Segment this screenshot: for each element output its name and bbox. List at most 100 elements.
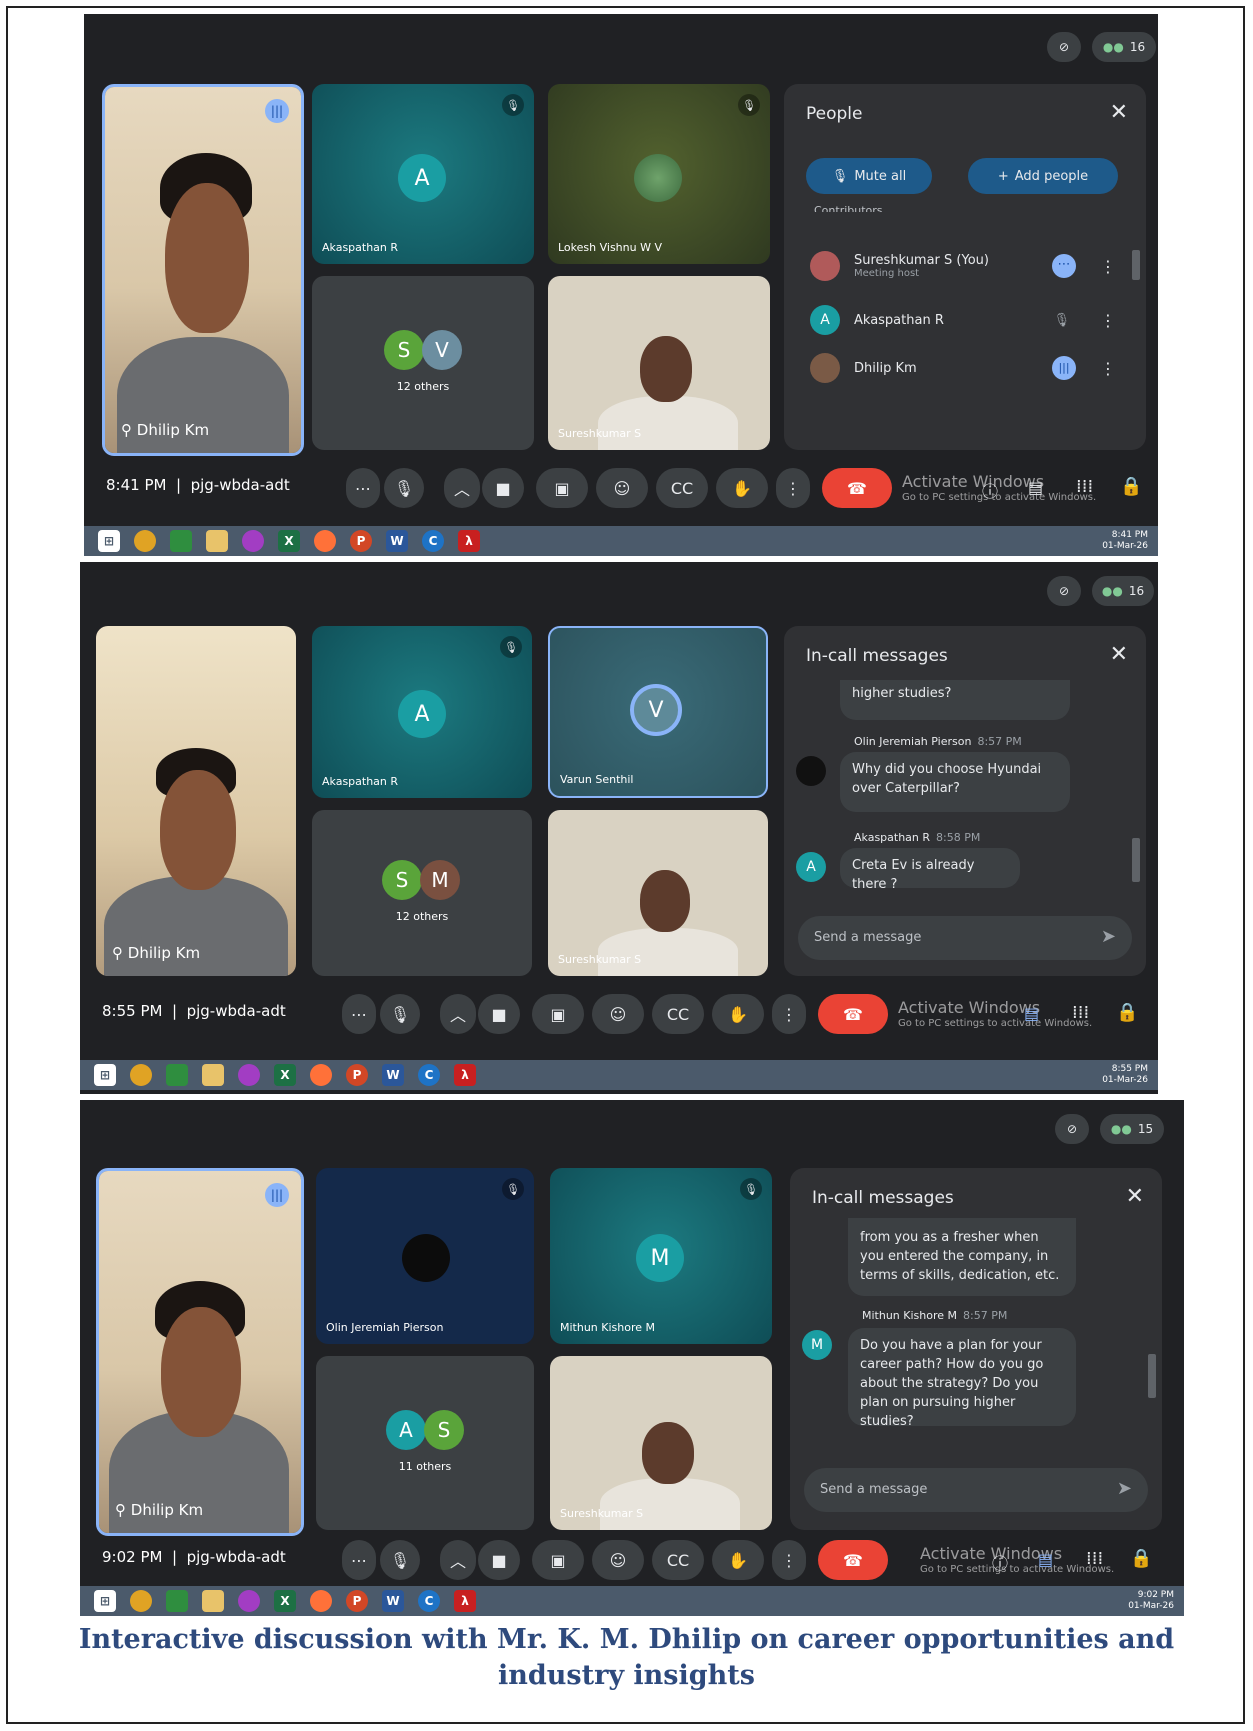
- kebab-menu-icon[interactable]: ⋮: [1100, 257, 1116, 276]
- file-explorer-icon[interactable]: [202, 1590, 224, 1612]
- app-icon[interactable]: [242, 530, 264, 552]
- microphone-button[interactable]: 🎙: [384, 468, 424, 508]
- mute-all-button[interactable]: 🎙 Mute all: [806, 158, 932, 194]
- camera-options-button[interactable]: ︿: [440, 994, 476, 1034]
- acrobat-icon[interactable]: λ: [454, 1590, 476, 1612]
- participant-tile-olin[interactable]: 🎙 Olin Jeremiah Pierson: [316, 1168, 534, 1344]
- others-tile[interactable]: S V 12 others: [312, 276, 534, 450]
- host-controls-icon[interactable]: 🔒: [1130, 1548, 1152, 1569]
- more-options-button[interactable]: ⋯: [342, 994, 376, 1034]
- participant-row[interactable]: Sureshkumar S (You) Meeting host ⋯ ⋮: [810, 244, 1116, 288]
- leave-call-button[interactable]: ☎: [818, 1540, 888, 1580]
- self-video-tile[interactable]: ||| ⚲ Dhilip Km: [96, 1168, 304, 1536]
- raise-hand-button[interactable]: ✋: [712, 994, 764, 1034]
- camera-button[interactable]: ■: [478, 1540, 520, 1580]
- powerpoint-icon[interactable]: P: [346, 1064, 368, 1086]
- app-icon[interactable]: [238, 1590, 260, 1612]
- others-tile[interactable]: S M 12 others: [312, 810, 532, 976]
- app-c-icon[interactable]: C: [422, 530, 444, 552]
- present-button[interactable]: ▣: [532, 1540, 584, 1580]
- hide-self-view-button[interactable]: ⊘: [1047, 576, 1081, 606]
- info-icon[interactable]: ⓘ: [982, 478, 998, 502]
- present-button[interactable]: ▣: [532, 994, 584, 1034]
- participant-row[interactable]: Dhilip Km ||| ⋮: [810, 346, 1116, 390]
- windows-start-icon[interactable]: ⊞: [98, 530, 120, 552]
- excel-icon[interactable]: X: [274, 1590, 296, 1612]
- raise-hand-button[interactable]: ✋: [712, 1540, 764, 1580]
- excel-icon[interactable]: X: [274, 1064, 296, 1086]
- store-icon[interactable]: [170, 530, 192, 552]
- camera-button[interactable]: ■: [482, 468, 524, 508]
- firefox-icon[interactable]: [314, 530, 336, 552]
- microphone-button[interactable]: 🎙: [380, 994, 420, 1034]
- camera-button[interactable]: ■: [478, 994, 520, 1034]
- microphone-button[interactable]: 🎙: [380, 1540, 420, 1580]
- excel-icon[interactable]: X: [278, 530, 300, 552]
- more-actions-button[interactable]: ⋮: [772, 994, 806, 1034]
- participant-tile-akaspathan[interactable]: 🎙 A Akaspathan R: [312, 84, 534, 264]
- word-icon[interactable]: W: [382, 1590, 404, 1612]
- participant-tile-varun[interactable]: V Varun Senthil: [548, 626, 768, 798]
- participant-count-badge[interactable]: ●● 16: [1092, 576, 1154, 606]
- message-input[interactable]: Send a message ➤: [798, 916, 1132, 960]
- close-icon[interactable]: ✕: [1126, 1184, 1144, 1209]
- captions-button[interactable]: CC: [652, 994, 704, 1034]
- hide-self-view-button[interactable]: ⊘: [1047, 32, 1081, 62]
- camera-options-button[interactable]: ︿: [444, 468, 480, 508]
- powerpoint-icon[interactable]: P: [350, 530, 372, 552]
- participant-count-badge[interactable]: ●● 15: [1100, 1114, 1164, 1144]
- apps-grid-icon[interactable]: ⁞⁞⁞: [1086, 1548, 1103, 1569]
- windows-start-icon[interactable]: ⊞: [94, 1064, 116, 1086]
- scrollbar[interactable]: [1148, 1354, 1156, 1398]
- close-icon[interactable]: ✕: [1110, 642, 1128, 667]
- message-input[interactable]: Send a message ➤: [804, 1468, 1148, 1512]
- reactions-button[interactable]: ☺: [592, 1540, 644, 1580]
- scrollbar[interactable]: [1132, 250, 1140, 280]
- raise-hand-button[interactable]: ✋: [716, 468, 768, 508]
- participant-tile-mithun[interactable]: 🎙 M Mithun Kishore M: [550, 1168, 772, 1344]
- participant-row[interactable]: A Akaspathan R 🎙 ⋮: [810, 298, 1116, 342]
- firefox-icon[interactable]: [310, 1064, 332, 1086]
- reactions-button[interactable]: ☺: [596, 468, 648, 508]
- app-c-icon[interactable]: C: [418, 1590, 440, 1612]
- chrome-icon[interactable]: [134, 530, 156, 552]
- chrome-icon[interactable]: [130, 1064, 152, 1086]
- store-icon[interactable]: [166, 1590, 188, 1612]
- windows-start-icon[interactable]: ⊞: [94, 1590, 116, 1612]
- camera-options-button[interactable]: ︿: [440, 1540, 476, 1580]
- firefox-icon[interactable]: [310, 1590, 332, 1612]
- powerpoint-icon[interactable]: P: [346, 1590, 368, 1612]
- add-people-button[interactable]: + Add people: [968, 158, 1118, 194]
- chat-icon[interactable]: ▤: [1024, 1004, 1039, 1023]
- apps-grid-icon[interactable]: ⁞⁞⁞: [1072, 1002, 1089, 1023]
- host-controls-icon[interactable]: 🔒: [1116, 1002, 1138, 1023]
- acrobat-icon[interactable]: λ: [454, 1064, 476, 1086]
- apps-grid-icon[interactable]: ⁞⁞⁞: [1076, 476, 1093, 497]
- word-icon[interactable]: W: [386, 530, 408, 552]
- participant-tile-sureshkumar[interactable]: Sureshkumar S: [550, 1356, 772, 1530]
- captions-button[interactable]: CC: [656, 468, 708, 508]
- participant-tile-lokesh[interactable]: 🎙 Lokesh Vishnu W V: [548, 84, 770, 264]
- reactions-button[interactable]: ☺: [592, 994, 644, 1034]
- chrome-icon[interactable]: [130, 1590, 152, 1612]
- close-icon[interactable]: ✕: [1110, 100, 1128, 125]
- participant-tile-sureshkumar[interactable]: Sureshkumar S: [548, 276, 770, 450]
- chat-icon[interactable]: ▤: [1038, 1550, 1053, 1569]
- send-icon[interactable]: ➤: [1101, 926, 1116, 947]
- more-options-button[interactable]: ⋯: [342, 1540, 376, 1580]
- more-actions-button[interactable]: ⋮: [772, 1540, 806, 1580]
- participant-tile-sureshkumar[interactable]: Sureshkumar S: [548, 810, 768, 976]
- scrollbar[interactable]: [1132, 838, 1140, 882]
- participant-count-badge[interactable]: ●● 16: [1092, 32, 1156, 62]
- self-video-tile[interactable]: ||| ⚲ Dhilip Km: [102, 84, 304, 456]
- app-c-icon[interactable]: C: [418, 1064, 440, 1086]
- kebab-menu-icon[interactable]: ⋮: [1100, 359, 1116, 378]
- word-icon[interactable]: W: [382, 1064, 404, 1086]
- present-button[interactable]: ▣: [536, 468, 588, 508]
- kebab-menu-icon[interactable]: ⋮: [1100, 311, 1116, 330]
- hide-self-view-button[interactable]: ⊘: [1055, 1114, 1089, 1144]
- more-options-icon[interactable]: ⋯: [1052, 254, 1076, 278]
- mic-off-icon[interactable]: 🎙: [1053, 313, 1070, 328]
- more-actions-button[interactable]: ⋮: [776, 468, 810, 508]
- host-controls-icon[interactable]: 🔒: [1120, 476, 1142, 497]
